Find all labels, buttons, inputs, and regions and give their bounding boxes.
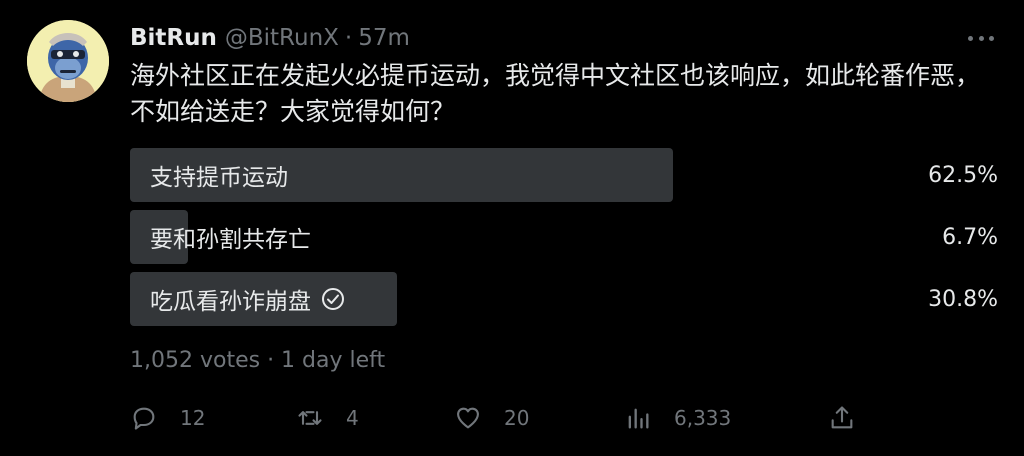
timestamp[interactable]: 57m	[358, 25, 410, 51]
check-circle-icon	[322, 288, 344, 310]
poll-option-label: 支持提币运动	[150, 165, 288, 191]
poll-option-label: 要和孙割共存亡	[150, 227, 311, 253]
poll-option-percent: 6.7%	[942, 224, 998, 250]
author-name[interactable]: BitRun	[130, 25, 217, 51]
poll-option-3: 吃瓜看孙诈崩盘 30.8%	[130, 272, 998, 326]
poll-option-2: 要和孙割共存亡 6.7%	[130, 210, 998, 264]
views-chart-icon	[628, 408, 649, 429]
retweet-icon	[298, 411, 322, 425]
retweet-count: 4	[346, 406, 359, 430]
poll-option-label: 吃瓜看孙诈崩盘	[150, 289, 311, 315]
reply-count: 12	[180, 406, 206, 430]
share-button[interactable]	[828, 398, 856, 438]
poll-option-label-row: 吃瓜看孙诈崩盘	[150, 272, 345, 326]
author-handle[interactable]: @BitRunX	[225, 25, 339, 51]
share-icon	[831, 406, 853, 429]
avatar[interactable]	[27, 20, 109, 102]
action-bar: 12 4 20 6,333	[130, 398, 860, 438]
retweet-button[interactable]: 4	[296, 398, 359, 438]
tweet-text: 海外社区正在发起火必提币运动，我觉得中文社区也该响应，如此轮番作恶，不如给送走？…	[130, 61, 981, 126]
like-button[interactable]: 20	[454, 398, 529, 438]
poll-option-percent: 62.5%	[928, 162, 998, 188]
views-button[interactable]: 6,333	[624, 398, 731, 438]
heart-icon	[457, 407, 479, 429]
more-dots-icon[interactable]	[968, 28, 994, 48]
reply-button[interactable]: 12	[130, 398, 205, 438]
views-count: 6,333	[674, 406, 732, 430]
poll-option-percent: 30.8%	[928, 286, 998, 312]
poll-meta: 1,052 votes · 1 day left	[130, 348, 386, 373]
like-count: 20	[504, 406, 530, 430]
separator-dot: ·	[344, 25, 353, 51]
reply-icon	[133, 407, 155, 430]
poll-option-1: 支持提币运动 62.5%	[130, 148, 998, 202]
tweet-header: BitRun @BitRunX · 57m	[130, 22, 410, 54]
